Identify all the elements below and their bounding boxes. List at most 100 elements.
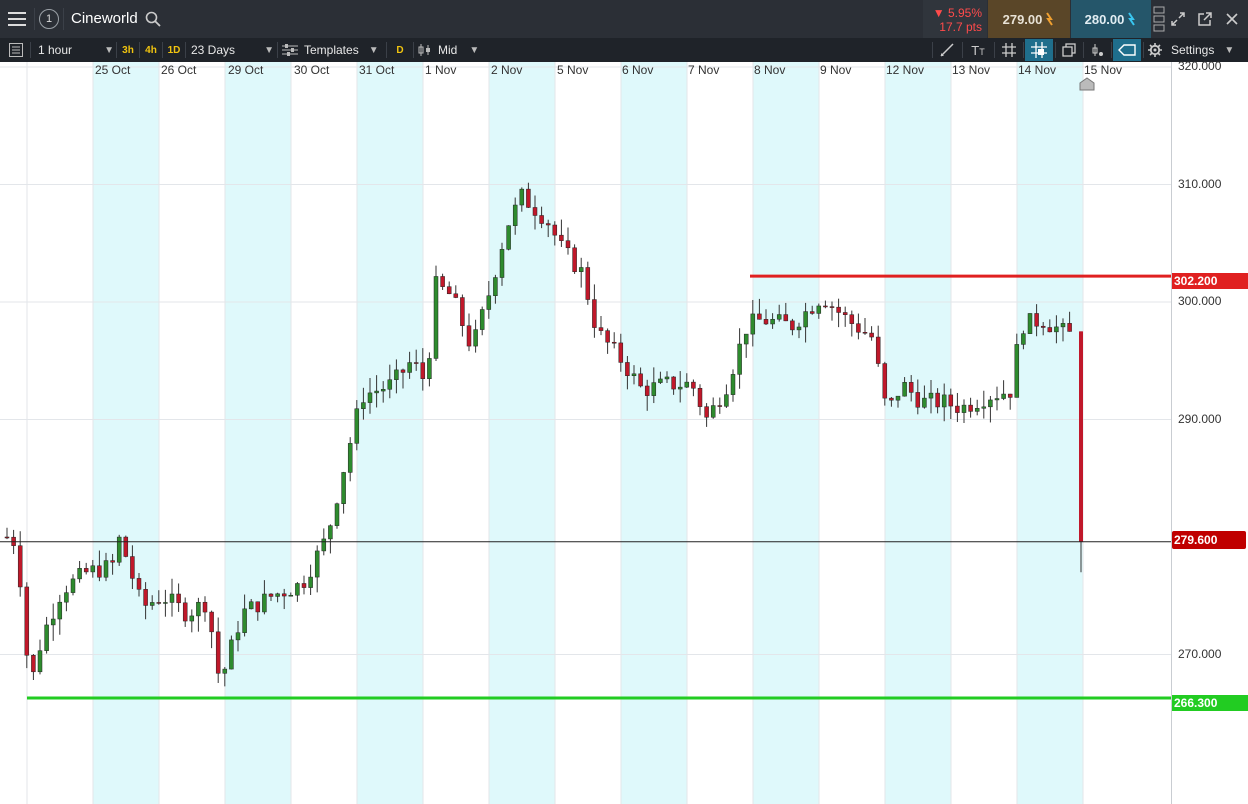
price-tick-label: 320.000: [1178, 59, 1222, 73]
candle-body: [64, 592, 69, 603]
date-label: 9 Nov: [820, 63, 852, 77]
candle-body: [1034, 313, 1039, 327]
candle-body: [50, 618, 56, 626]
close-button[interactable]: [1222, 9, 1242, 29]
candle-body: [809, 311, 815, 314]
candle-body: [572, 247, 577, 272]
grid-button[interactable]: [998, 41, 1020, 59]
menu-button[interactable]: [4, 7, 30, 31]
date-axis: 25 Oct 26 Oct 29 Oct 30 Oct 31 Oct 1 Nov 2 Nov…: [0, 62, 1171, 78]
candle-body: [479, 309, 485, 330]
buy-button[interactable]: 280.00: [1071, 0, 1151, 38]
candle-body: [869, 332, 874, 338]
candle-body: [915, 392, 921, 408]
candle-body: [44, 624, 49, 651]
support-price-tag: 266.300: [1172, 695, 1248, 711]
settings-button[interactable]: Settings ▼: [1148, 40, 1242, 60]
candle-body: [1040, 325, 1046, 328]
templates-label: Templates: [304, 43, 359, 57]
candle-body: [592, 299, 597, 328]
index-badge[interactable]: 1: [39, 9, 59, 29]
candle-body: [143, 589, 148, 606]
copy-button[interactable]: [1058, 41, 1080, 59]
list-icon: [9, 43, 23, 57]
candle-body: [57, 601, 63, 620]
interval-select[interactable]: 1 hour ▼: [34, 40, 114, 60]
candle-body: [440, 276, 445, 287]
text-size-icon: TT: [971, 42, 985, 58]
candle-body: [136, 578, 142, 590]
symbol-name[interactable]: Cineworld: [71, 10, 138, 27]
copy-icon: [1062, 43, 1076, 57]
change-points: 17.7 pts: [939, 20, 982, 34]
candle-body: [671, 376, 676, 390]
candle-body: [710, 405, 716, 418]
day-band: [357, 62, 423, 804]
timeframe-3h-button[interactable]: 3h: [119, 41, 137, 59]
candle-body: [222, 668, 228, 674]
candle-body: [4, 536, 10, 539]
candle-body: [420, 362, 426, 379]
candle-body: [988, 399, 993, 408]
crosshair-button[interactable]: [1025, 39, 1053, 61]
price-chart[interactable]: 25 Oct 26 Oct 29 Oct 30 Oct 31 Oct 1 Nov 2 Nov…: [0, 62, 1248, 804]
buy-price: 280.00: [1084, 11, 1125, 27]
candle-body: [24, 586, 30, 656]
popout-button[interactable]: [1195, 9, 1215, 29]
current-price-tag: 279.600: [1172, 531, 1246, 549]
chart-canvas[interactable]: [0, 62, 1248, 804]
candle-body: [994, 398, 1000, 401]
day-band: [225, 62, 291, 804]
candle-body: [849, 314, 855, 324]
candle-body: [928, 392, 934, 399]
date-label: 5 Nov: [557, 63, 589, 77]
scroll-marker[interactable]: [1079, 77, 1095, 91]
close-icon: [1226, 13, 1238, 25]
price-tick-label: 270.000: [1178, 646, 1222, 661]
range-select[interactable]: 23 Days ▼: [188, 40, 274, 60]
indicator-button[interactable]: [1086, 41, 1108, 59]
candle-body: [664, 376, 670, 380]
timeframe-4h-button[interactable]: 4h: [142, 41, 160, 59]
candle-body: [97, 565, 102, 578]
candle-body: [565, 240, 571, 249]
candle-body: [829, 306, 835, 308]
text-tool-button[interactable]: TT: [966, 41, 990, 59]
candle-body: [281, 593, 287, 597]
candle-body: [77, 568, 82, 580]
date-label: 14 Nov: [1018, 63, 1057, 77]
date-label: 29 Oct: [228, 63, 264, 77]
draw-line-button[interactable]: [936, 41, 958, 59]
date-label: 6 Nov: [622, 63, 654, 77]
candle-body: [790, 320, 795, 331]
day-band: [1017, 62, 1083, 804]
price-mode-select[interactable]: Mid ▼: [418, 40, 486, 60]
candle-body: [354, 408, 360, 444]
list-button[interactable]: [6, 41, 26, 59]
crosshair-grid-icon: [1031, 42, 1047, 58]
candle-body: [539, 215, 544, 224]
d-button[interactable]: D: [391, 41, 409, 59]
layout-button[interactable]: [1152, 2, 1166, 36]
price-tick-label: 300.000: [1178, 294, 1222, 308]
candle-body: [902, 382, 907, 397]
chevron-down-icon: ▼: [1224, 44, 1235, 56]
candle-body: [341, 472, 346, 504]
candle-body: [961, 404, 967, 413]
label-tool-button[interactable]: [1113, 39, 1141, 61]
popout-icon: [1198, 12, 1212, 26]
candle-body: [816, 305, 822, 314]
candle-body: [526, 188, 531, 208]
candle-body: [235, 632, 241, 641]
sell-button[interactable]: 279.00: [988, 0, 1070, 38]
search-button[interactable]: [143, 9, 163, 29]
timeframe-1d-button[interactable]: 1D: [165, 41, 183, 59]
templates-button[interactable]: Templates ▼: [282, 40, 382, 60]
candle-body: [262, 593, 267, 613]
interval-value: 1 hour: [38, 43, 73, 57]
candle-body: [288, 594, 294, 597]
candle-body: [37, 650, 43, 673]
date-label: 31 Oct: [359, 63, 395, 77]
expand-button[interactable]: [1168, 9, 1188, 29]
candle-body: [684, 381, 690, 388]
